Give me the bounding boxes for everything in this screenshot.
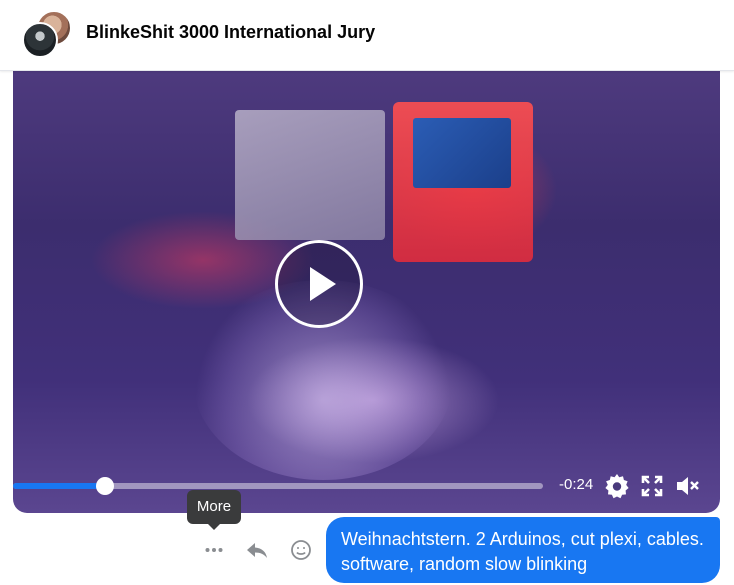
more-tooltip: More: [187, 490, 241, 530]
smiley-icon[interactable]: [289, 538, 313, 562]
video-controls: -0:24: [13, 468, 720, 504]
play-icon: [310, 267, 336, 301]
member-avatar: [22, 22, 58, 58]
ellipsis-icon[interactable]: [202, 538, 226, 562]
progress-bar[interactable]: [13, 483, 543, 489]
time-remaining: -0:24: [559, 476, 594, 493]
message-bubble[interactable]: Weihnachtstern. 2 Arduinos, cut plexi, c…: [326, 517, 720, 583]
gear-icon[interactable]: [603, 472, 631, 500]
volume-muted-icon[interactable]: [673, 472, 701, 500]
progress-fill: [13, 483, 105, 489]
video-frame-breadboard: [235, 110, 385, 240]
reply-icon[interactable]: [245, 538, 269, 562]
fullscreen-icon[interactable]: [638, 472, 666, 500]
group-avatar[interactable]: [22, 10, 72, 58]
conversation-header: BlinkeShit 3000 International Jury: [0, 0, 734, 71]
video-player[interactable]: -0:24: [13, 70, 720, 513]
play-button[interactable]: [275, 240, 363, 328]
video-frame-board: [413, 118, 511, 188]
conversation-title[interactable]: BlinkeShit 3000 International Jury: [86, 22, 375, 43]
progress-scrubber[interactable]: [96, 477, 114, 495]
